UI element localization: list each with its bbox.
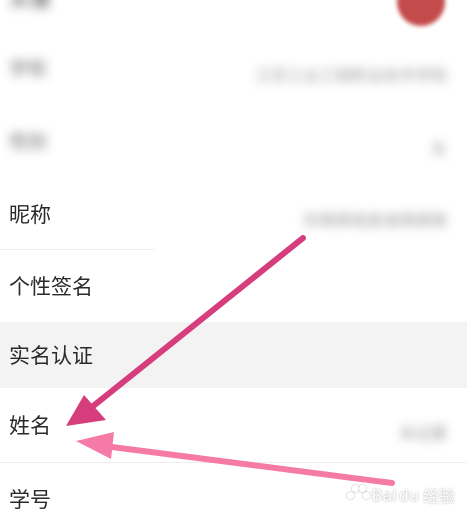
name-value: 未设置 [398, 424, 447, 443]
row-label: 姓名 [9, 414, 51, 438]
row-label: 学校 [9, 58, 48, 80]
avatar[interactable] [397, 0, 445, 26]
school-value: 江苏工业工程职业技术学院 [254, 66, 447, 85]
profile-row-avatar[interactable]: 头像 [0, 0, 467, 30]
gender-value: 女 [430, 139, 447, 158]
row-label: 头像 [9, 0, 51, 12]
profile-row-school[interactable]: 学校 江苏工业工程职业技术学院 [0, 40, 467, 100]
watermark-brand-suffix: du [398, 485, 419, 505]
profile-row-signature[interactable]: 个性签名 [0, 250, 467, 322]
row-label: 个性签名 [9, 275, 93, 299]
profile-row-gender[interactable]: 性别 女 [0, 112, 467, 172]
row-label: 性别 [9, 131, 48, 153]
baidu-paw-icon [347, 485, 371, 505]
profile-row-name[interactable]: 姓名 未设置 [0, 390, 467, 462]
baidu-watermark: Bai du 经验 [347, 483, 455, 507]
row-label: 实名认证 [9, 344, 93, 368]
nickname-value: 你猜猜我是谁猜猜猜 [302, 211, 447, 230]
row-label: 学号 [9, 488, 51, 512]
profile-row-nickname[interactable]: 昵称 你猜猜我是谁猜猜猜 [0, 185, 467, 249]
watermark-product: 经验 [422, 487, 455, 506]
profile-settings-screen: 头像 学校 江苏工业工程职业技术学院 性别 女 昵称 你猜猜我是谁猜猜猜 个性签… [0, 0, 467, 527]
profile-row-verification[interactable]: 实名认证 [0, 322, 467, 388]
watermark-brand: Bai [371, 485, 397, 505]
row-label: 昵称 [9, 203, 51, 227]
